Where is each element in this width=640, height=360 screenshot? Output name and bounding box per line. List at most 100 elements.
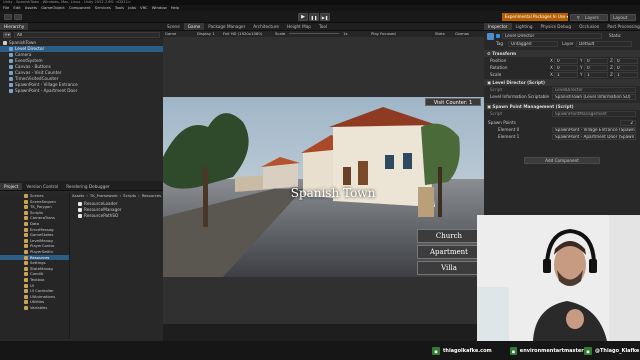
spawn-element-row: Element 1 SpawnPoint - Apartment Door (Sp… (484, 134, 640, 141)
hierarchy-item-label: EventSystem (15, 58, 43, 63)
tab-lighting[interactable]: Lighting (512, 23, 537, 30)
folder-label: GameStates (30, 232, 54, 238)
tab-post-processing[interactable]: Post Processing (603, 23, 640, 30)
play-button[interactable]: ▶ (298, 13, 308, 21)
folder-label: LevelManag (30, 237, 53, 243)
step-button[interactable]: ▶❚ (320, 13, 330, 21)
file-label: ResourceManager (84, 207, 122, 212)
website-handle: ◼ thiagolkafke.com (432, 347, 504, 355)
experimental-packages-badge[interactable]: Experimental Packages In Use ▾ (502, 13, 568, 21)
active-checkbox[interactable] (496, 34, 500, 38)
account-button[interactable] (4, 14, 12, 20)
project-panel: Project Version Control Rendering Debugger… (0, 183, 163, 341)
transform-scale-z-input[interactable]: 1 (614, 72, 638, 78)
breadcrumb: Assets › TK_Framework › Scripts › Resources (72, 193, 162, 199)
hierarchy-search-input[interactable]: All (14, 32, 160, 38)
level-director-header[interactable]: ▣ Level Director (Script) (484, 79, 640, 86)
transform-scale-y-input[interactable]: 1 (584, 72, 608, 78)
folder-icon (24, 205, 28, 210)
folder-label: StateManag (30, 265, 53, 271)
create-button[interactable]: +▾ (3, 32, 11, 38)
folder-label: CameraTrans (30, 215, 55, 221)
hierarchy-item[interactable]: SpawnPoint - Apartment Door (0, 88, 163, 94)
spawn-element-field[interactable]: SpawnPoint - Apartment Door (Spawn P (552, 134, 636, 140)
static-toggle[interactable]: Static (609, 33, 621, 39)
destination-button-church[interactable]: Church (417, 229, 481, 243)
ld-script-field: LevelDirector (552, 87, 636, 93)
tag-dropdown[interactable]: Untagged (508, 41, 558, 47)
course-handle: ◼ environmentartmastery.com (510, 347, 588, 355)
tab-package-manager[interactable]: Package Manager (204, 23, 249, 30)
folder-label: ErrorMessag (30, 226, 54, 232)
cloud-button[interactable] (14, 14, 22, 20)
destination-buttons: Church Apartment Villa (417, 229, 481, 277)
tab-rendering-debugger[interactable]: Rendering Debugger (62, 183, 113, 190)
transform-header[interactable]: ⚙ Transform (484, 50, 640, 57)
folder-icon (24, 210, 28, 215)
folder-label: PlayerContro (30, 243, 55, 249)
tab-game[interactable]: Game (183, 23, 205, 30)
tab-scene[interactable]: Scene (163, 23, 184, 30)
tab-architecture[interactable]: Architecture (249, 23, 283, 30)
spawn-elements: Element 0 SpawnPoint - Village Entrance (… (484, 127, 640, 141)
tab-tool[interactable]: Tool (315, 23, 331, 30)
script-file-icon (78, 208, 82, 212)
axis-x-label: X (550, 72, 553, 77)
file-item[interactable]: ResourcePathSO (72, 213, 162, 219)
folder-icon (24, 221, 28, 226)
folder-icon (24, 261, 28, 266)
folder-item[interactable]: Variables (0, 305, 69, 311)
hierarchy-item-label: SpawnPoint - Village Entrance (15, 82, 78, 87)
breadcrumb-item[interactable]: TK_Framework (90, 193, 118, 199)
tab-version-control[interactable]: Version Control (22, 183, 62, 190)
hierarchy-item-label: SpawnPoint - Apartment Door (15, 88, 78, 93)
folder-icon (24, 305, 28, 310)
folder-label: UIAnimations (30, 293, 56, 299)
tab-physics-debug[interactable]: Physics Debug (536, 23, 575, 30)
tab-project[interactable]: Project (0, 183, 23, 190)
breadcrumb-item[interactable]: Resources (142, 193, 161, 199)
tab-hierarchy[interactable]: Hierarchy (0, 23, 29, 30)
transform-position-x-input[interactable]: 0 (554, 58, 578, 64)
gameobject-icon (3, 41, 7, 45)
transform-row-label: Rotation (490, 65, 508, 70)
transform-rotation-y-input[interactable]: 0 (584, 65, 608, 71)
hierarchy-item-label: Canvas - Visit Counter (15, 70, 62, 75)
breadcrumb-item[interactable]: Scripts (123, 193, 136, 199)
tab-height-map[interactable]: Height Map (283, 23, 315, 30)
scale-slider[interactable] (289, 33, 339, 34)
layers-dropdown[interactable]: Layers (582, 14, 608, 21)
layout-dropdown[interactable]: Layout (610, 14, 636, 21)
folder-label: Scripts (30, 209, 43, 215)
folder-label: UI Controller (30, 288, 54, 294)
folder-label: UI (30, 282, 34, 288)
ld-info-field[interactable]: SpanishTown (Level Information SO) (552, 94, 636, 100)
folder-label: Utilities (30, 299, 45, 305)
add-component-button[interactable]: Add Component (524, 157, 600, 164)
inspector-tab-bar: Inspector Lighting Physics Debug Occlusion P… (484, 23, 640, 31)
transform-position-y-input[interactable]: 0 (584, 58, 608, 64)
webcam-image (477, 215, 640, 341)
spawn-header[interactable]: ▣ Spawn Point Management (Script) (484, 103, 640, 110)
folder-label: Textbox (30, 276, 45, 282)
spawn-points-label[interactable]: Spawn Points (488, 120, 516, 126)
transform-rotation-x-input[interactable]: 0 (554, 65, 578, 71)
folder-icon (24, 249, 28, 254)
tab-occlusion[interactable]: Occlusion (575, 23, 603, 30)
spawn-element-field[interactable]: SpawnPoint - Village Entrance (Spawn P (552, 127, 636, 133)
pause-button[interactable]: ❚❚ (309, 13, 319, 21)
breadcrumb-item[interactable]: Assets (72, 193, 84, 199)
game-view[interactable]: Visit Counter: 1 Spanish Town Church Apar… (163, 37, 484, 324)
transform-scale-x-input[interactable]: 1 (554, 72, 578, 78)
destination-button-apartment[interactable]: Apartment (417, 245, 481, 259)
transform-rotation-z-input[interactable]: 0 (614, 65, 638, 71)
object-name-input[interactable]: Level Director (502, 33, 602, 39)
axis-y-label: Y (580, 65, 583, 70)
destination-button-villa[interactable]: Villa (417, 261, 481, 275)
transform-position-z-input[interactable]: 0 (614, 58, 638, 64)
hierarchy-item-label: SpanishTown (9, 40, 37, 45)
spawn-points-count[interactable]: 2 (620, 120, 636, 126)
layer-dropdown[interactable]: Default (576, 41, 632, 47)
folder-label: Scenes (30, 193, 44, 198)
tab-inspector[interactable]: Inspector (484, 23, 512, 30)
